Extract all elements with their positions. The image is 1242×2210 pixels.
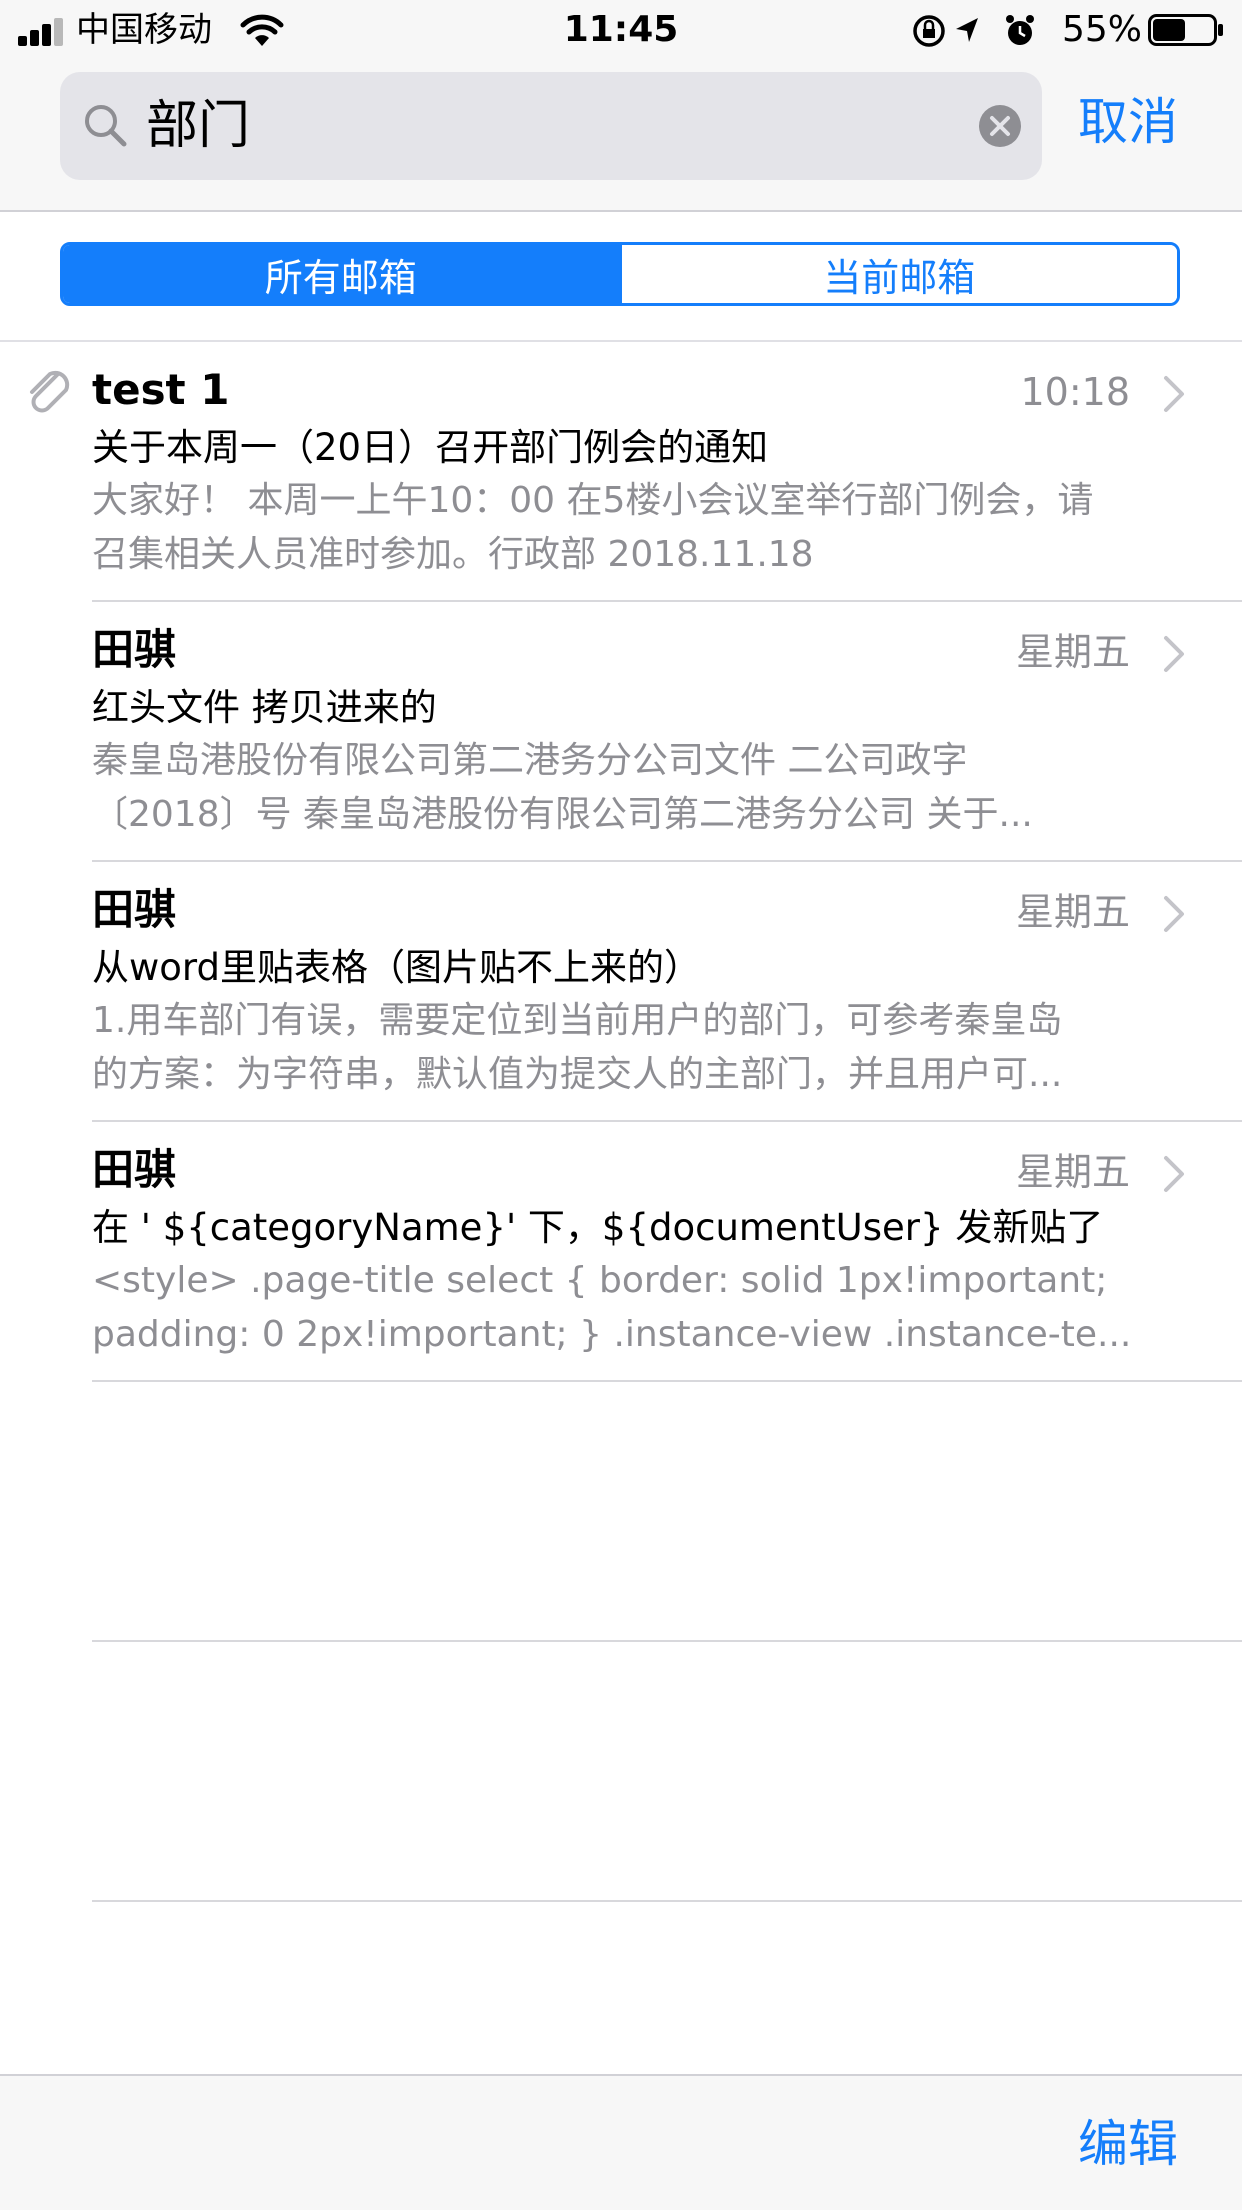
message-sender: 田骐 xyxy=(92,625,177,674)
message-preview: 1.用车部门有误，需要定位到当前用户的部门，可参考秦皇岛 的方案：为字符串，默认… xyxy=(92,994,1182,1102)
chevron-right-icon xyxy=(1164,376,1184,412)
preview-line: 1.用车部门有误，需要定位到当前用户的部门，可参考秦皇岛 xyxy=(92,1000,1063,1041)
message-row[interactable]: test 1 10:18 关于本周一（20日）召开部门例会的通知 大家好！ 本周… xyxy=(0,342,1242,602)
preview-line: 〔2018〕号 秦皇岛港股份有限公司第二港务分公司 关于... xyxy=(92,794,1033,835)
bottom-toolbar: 编辑 xyxy=(0,2074,1242,2210)
location-icon xyxy=(956,18,978,42)
message-subject: 从word里贴表格（图片贴不上来的） xyxy=(92,946,701,989)
search-query[interactable]: 部门 xyxy=(146,94,250,158)
message-subject: 在 ' ${categoryName}' 下，${documentUser} 发… xyxy=(92,1206,1104,1249)
search-bar: 部门 取消 xyxy=(0,60,1242,212)
message-sender: 田骐 xyxy=(92,1145,177,1194)
cancel-button[interactable]: 取消 xyxy=(1078,88,1178,156)
message-subject: 关于本周一（20日）召开部门例会的通知 xyxy=(92,426,769,469)
message-sender: test 1 xyxy=(92,365,230,414)
message-time: 星期五 xyxy=(1015,1150,1130,1194)
row-separator xyxy=(92,1900,1242,1902)
empty-row xyxy=(0,1382,1242,1642)
preview-line: <style> .page-title select { border: sol… xyxy=(92,1260,1108,1301)
message-subject: 红头文件 拷贝进来的 xyxy=(92,686,437,729)
message-row[interactable]: 田骐 星期五 红头文件 拷贝进来的 秦皇岛港股份有限公司第二港务分公司文件 二公… xyxy=(0,602,1242,862)
chevron-right-icon xyxy=(1164,896,1184,932)
status-icons xyxy=(913,15,1034,47)
message-preview: <style> .page-title select { border: sol… xyxy=(92,1254,1182,1362)
message-row[interactable]: 田骐 星期五 在 ' ${categoryName}' 下，${document… xyxy=(0,1122,1242,1382)
rotation-lock-icon xyxy=(913,15,945,47)
status-bar: 中国移动 11:45 55% xyxy=(0,0,1242,60)
battery-percent: 55% xyxy=(1062,9,1143,50)
edit-button[interactable]: 编辑 xyxy=(1078,2110,1178,2178)
mailbox-scope-control: 所有邮箱 当前邮箱 xyxy=(60,242,1180,306)
empty-row xyxy=(0,1642,1242,1902)
preview-line: 大家好！ 本周一上午10：00 在5楼小会议室举行部门例会，请 xyxy=(92,480,1094,521)
chevron-right-icon xyxy=(1164,1156,1184,1192)
message-time: 10:18 xyxy=(1020,370,1130,414)
message-sender: 田骐 xyxy=(92,885,177,934)
tab-all-mailboxes[interactable]: 所有邮箱 xyxy=(63,245,619,303)
preview-line: 的方案：为字符串，默认值为提交人的主部门，并且用户可... xyxy=(92,1054,1063,1095)
search-input[interactable]: 部门 xyxy=(60,72,1042,180)
search-icon xyxy=(85,105,127,147)
tab-current-mailbox[interactable]: 当前邮箱 xyxy=(618,245,1177,303)
alarm-icon xyxy=(1006,15,1034,45)
message-preview: 秦皇岛港股份有限公司第二港务分公司文件 二公司政字 〔2018〕号 秦皇岛港股份… xyxy=(92,734,1182,842)
preview-line: 秦皇岛港股份有限公司第二港务分公司文件 二公司政字 xyxy=(92,740,968,781)
message-preview: 大家好！ 本周一上午10：00 在5楼小会议室举行部门例会，请 召集相关人员准时… xyxy=(92,474,1182,582)
paperclip-icon xyxy=(30,370,70,413)
clear-search-icon[interactable] xyxy=(978,104,1022,148)
message-list: test 1 10:18 关于本周一（20日）召开部门例会的通知 大家好！ 本周… xyxy=(0,342,1242,1902)
battery-icon xyxy=(1148,14,1223,46)
message-time: 星期五 xyxy=(1015,630,1130,674)
message-row[interactable]: 田骐 星期五 从word里贴表格（图片贴不上来的） 1.用车部门有误，需要定位到… xyxy=(0,862,1242,1122)
message-time: 星期五 xyxy=(1015,890,1130,934)
preview-line: 召集相关人员准时参加。行政部 2018.11.18 xyxy=(92,534,814,575)
preview-line: padding: 0 2px!important; } .instance-vi… xyxy=(92,1314,1132,1355)
chevron-right-icon xyxy=(1164,636,1184,672)
